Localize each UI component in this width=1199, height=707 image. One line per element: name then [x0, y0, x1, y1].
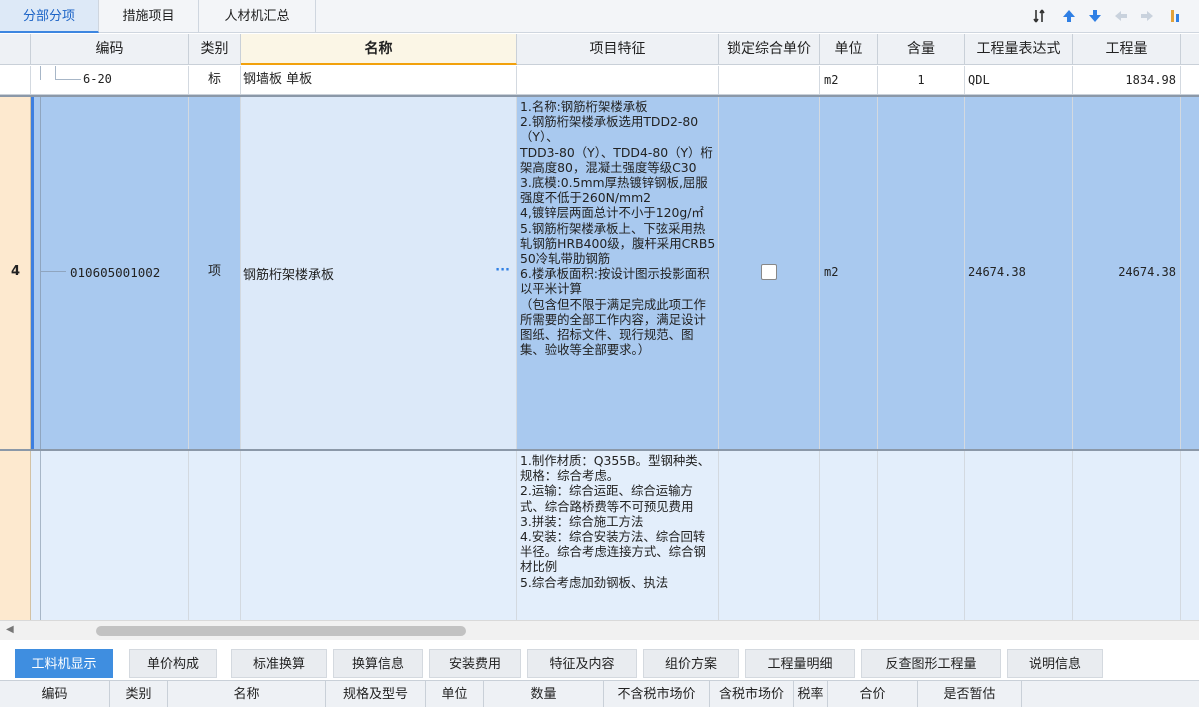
- cell-content[interactable]: [878, 451, 965, 620]
- table-row-selected[interactable]: 4 010605001002 项 钢筋桁架楼承板 ··· 1.名称:钢筋桁架楼承…: [0, 95, 1199, 451]
- move-up-icon[interactable]: [1061, 8, 1077, 24]
- bottom-tab-bar: 工料机显示 单价构成 标准换算 换算信息 安装费用 特征及内容 组价方案 工程量…: [0, 640, 1199, 680]
- cell-quantity[interactable]: 24674.38: [1073, 97, 1181, 449]
- tab-shuoming[interactable]: 说明信息: [1007, 649, 1103, 678]
- cell-locked[interactable]: [719, 451, 820, 620]
- cell-type[interactable]: 标: [189, 66, 241, 94]
- cell-features[interactable]: 1.名称:钢筋桁架楼承板 2.钢筋桁架楼承板选用TDD2-80（Y）、 TDD3…: [517, 97, 719, 449]
- header-content[interactable]: 含量: [878, 34, 965, 65]
- bheader-unit[interactable]: 单位: [426, 681, 484, 707]
- header-unit[interactable]: 单位: [820, 34, 878, 65]
- cell-code[interactable]: 010605001002: [34, 97, 189, 449]
- tab-gongliaoji[interactable]: 工料机显示: [15, 649, 113, 678]
- cell-locked[interactable]: [719, 66, 820, 94]
- bheader-tax[interactable]: 税率: [794, 681, 828, 707]
- table-row[interactable]: 6-20 标 钢墙板 单板 m2 1 QDL 1834.98: [0, 66, 1199, 95]
- item-grid: 编码 类别 名称 项目特征 锁定综合单价 单位 含量 工程量表达式 工程量 6-…: [0, 34, 1199, 620]
- cell-name[interactable]: 钢筋桁架楼承板 ···: [241, 97, 517, 449]
- cell-code[interactable]: [31, 451, 189, 620]
- row-number[interactable]: 4: [0, 97, 31, 449]
- header-locked-price[interactable]: 锁定综合单价: [719, 34, 820, 65]
- row-number: [0, 66, 31, 94]
- tab-fenbu[interactable]: 分部分项: [0, 0, 99, 33]
- cell-expr[interactable]: [965, 451, 1073, 620]
- move-left-icon[interactable]: [1113, 8, 1129, 24]
- bheader-quantity[interactable]: 数量: [484, 681, 604, 707]
- bheader-price-excl[interactable]: 不含税市场价: [604, 681, 710, 707]
- cell-name[interactable]: [241, 451, 517, 620]
- header-rownum: [0, 34, 31, 65]
- tab-anzhuang[interactable]: 安装费用: [429, 649, 521, 678]
- cell-expr[interactable]: 24674.38: [965, 97, 1073, 449]
- expand-icon[interactable]: [1169, 8, 1185, 24]
- cell-unit[interactable]: m2: [820, 66, 878, 94]
- header-type[interactable]: 类别: [189, 34, 241, 65]
- cell-locked[interactable]: [719, 97, 820, 449]
- tab-fancha[interactable]: 反查图形工程量: [861, 649, 1001, 678]
- cell-type[interactable]: [189, 451, 241, 620]
- cell-unit[interactable]: [820, 451, 878, 620]
- tab-danjia[interactable]: 单价构成: [129, 649, 217, 678]
- bottom-grid-header: 编码 类别 名称 规格及型号 单位 数量 不含税市场价 含税市场价 税率 合价 …: [0, 680, 1199, 707]
- bheader-price-incl[interactable]: 含税市场价: [710, 681, 794, 707]
- bheader-total[interactable]: 合价: [828, 681, 918, 707]
- horizontal-scrollbar[interactable]: ◀: [0, 620, 1199, 640]
- header-features[interactable]: 项目特征: [517, 34, 719, 65]
- cell-expr[interactable]: QDL: [965, 66, 1073, 94]
- header-code[interactable]: 编码: [31, 34, 189, 65]
- tab-biaozhun[interactable]: 标准换算: [231, 649, 327, 678]
- tab-gongchengliang[interactable]: 工程量明细: [745, 649, 855, 678]
- lock-price-checkbox[interactable]: [761, 264, 777, 280]
- cell-features[interactable]: [517, 66, 719, 94]
- move-right-icon[interactable]: [1139, 8, 1155, 24]
- tab-tezheng[interactable]: 特征及内容: [527, 649, 637, 678]
- scrollbar-thumb[interactable]: [96, 626, 466, 636]
- top-tab-bar: 分部分项 措施项目 人材机汇总: [0, 0, 1199, 33]
- bheader-type[interactable]: 类别: [110, 681, 168, 707]
- cell-content[interactable]: 1: [878, 66, 965, 94]
- bheader-provisional[interactable]: 是否暂估: [918, 681, 1022, 707]
- tab-huansuan[interactable]: 换算信息: [333, 649, 423, 678]
- cell-content[interactable]: [878, 97, 965, 449]
- cell-name[interactable]: 钢墙板 单板: [241, 66, 517, 94]
- cell-unit[interactable]: m2: [820, 97, 878, 449]
- header-extra: [1181, 34, 1199, 65]
- more-button[interactable]: ···: [495, 263, 510, 278]
- bheader-spec[interactable]: 规格及型号: [326, 681, 426, 707]
- tab-rencaiji[interactable]: 人材机汇总: [199, 0, 316, 33]
- move-down-icon[interactable]: [1087, 8, 1103, 24]
- cell-code[interactable]: 6-20: [31, 66, 189, 94]
- sort-icon[interactable]: [1031, 8, 1047, 24]
- cell-type[interactable]: 项: [189, 97, 241, 449]
- scroll-left-icon[interactable]: ◀: [6, 624, 14, 635]
- row-number[interactable]: [0, 451, 31, 620]
- grid-header: 编码 类别 名称 项目特征 锁定综合单价 单位 含量 工程量表达式 工程量: [0, 34, 1199, 65]
- toolbar: [1009, 0, 1199, 33]
- bheader-code[interactable]: 编码: [0, 681, 110, 707]
- header-name[interactable]: 名称: [241, 34, 517, 65]
- header-expr[interactable]: 工程量表达式: [965, 34, 1073, 65]
- tab-cuoshi[interactable]: 措施项目: [99, 0, 199, 33]
- bheader-name[interactable]: 名称: [168, 681, 326, 707]
- cell-quantity[interactable]: 1834.98: [1073, 66, 1181, 94]
- header-quantity[interactable]: 工程量: [1073, 34, 1181, 65]
- tab-zujia[interactable]: 组价方案: [643, 649, 739, 678]
- cell-features[interactable]: 1.制作材质：Q355B。型钢种类、规格：综合考虑。 2.运输：综合运距、综合运…: [517, 451, 719, 620]
- table-row[interactable]: 1.制作材质：Q355B。型钢种类、规格：综合考虑。 2.运输：综合运距、综合运…: [0, 451, 1199, 620]
- cell-quantity[interactable]: [1073, 451, 1181, 620]
